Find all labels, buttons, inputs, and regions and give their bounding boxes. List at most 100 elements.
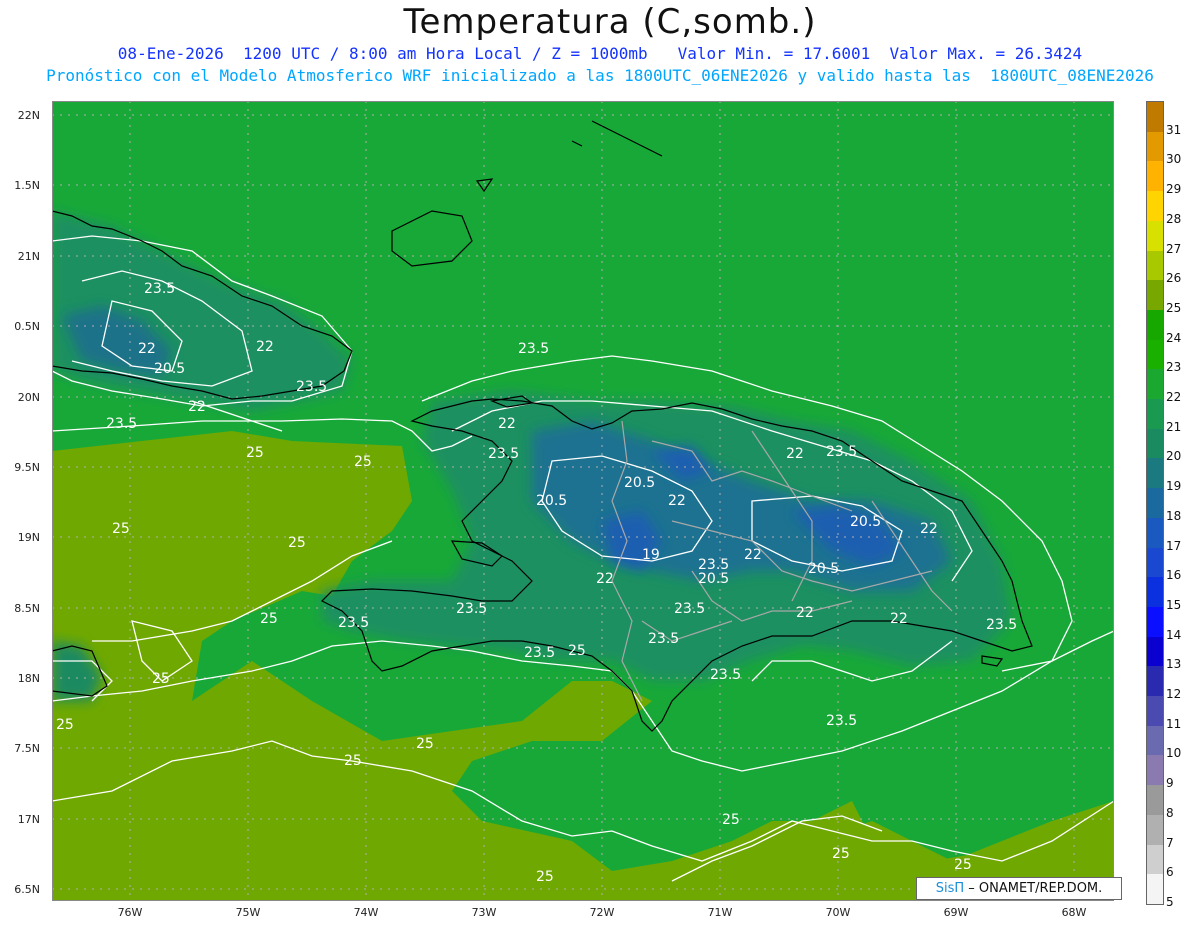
contour-label: 25 bbox=[722, 812, 740, 828]
contour-label: 25 bbox=[56, 717, 74, 733]
contour-label: 22 bbox=[596, 571, 614, 587]
colorbar-label: 17 bbox=[1166, 538, 1182, 553]
contour-label: 20.5 bbox=[808, 561, 839, 577]
contour-label: 23.5 bbox=[296, 379, 327, 395]
colorbar-label: 8 bbox=[1166, 805, 1174, 820]
contour-label: 23.5 bbox=[456, 601, 487, 617]
colorbar-label: 18 bbox=[1166, 508, 1182, 523]
lat-label: 6.5N bbox=[14, 883, 40, 896]
contour-label: 25 bbox=[416, 736, 434, 752]
colorbar-label: 5 bbox=[1166, 895, 1174, 909]
colorbar-label: 15 bbox=[1166, 597, 1182, 612]
contour-label: 23.5 bbox=[826, 444, 857, 460]
lon-label: 70W bbox=[825, 906, 851, 919]
contour-label: 25 bbox=[260, 611, 278, 627]
colorbar-label: 20 bbox=[1166, 449, 1182, 464]
lat-label: 22N bbox=[17, 109, 40, 122]
contour-label: 20.5 bbox=[698, 571, 729, 587]
contour-label: 22 bbox=[796, 605, 814, 621]
colorbar-segment bbox=[1147, 250, 1163, 281]
lat-label: 18N bbox=[17, 672, 40, 685]
lat-label: 9.5N bbox=[14, 461, 40, 474]
chart-title: Temperatura (C,somb.) bbox=[403, 2, 817, 42]
colorbar-segment bbox=[1147, 666, 1163, 697]
contour-label: 25 bbox=[568, 643, 586, 659]
contour-label: 25 bbox=[152, 671, 170, 687]
contour-label: 23.5 bbox=[648, 631, 679, 647]
colorbar-segment bbox=[1147, 102, 1163, 133]
contour-label: 23.5 bbox=[338, 615, 369, 631]
lon-label: 74W bbox=[353, 906, 379, 919]
colorbar-segment bbox=[1147, 636, 1163, 667]
colorbar-segment bbox=[1147, 785, 1163, 816]
contour-label: 23.5 bbox=[826, 713, 857, 729]
lon-label: 71W bbox=[707, 906, 733, 919]
contour-label: 23.5 bbox=[524, 645, 555, 661]
colorbar-label: 30 bbox=[1166, 152, 1182, 167]
colorbar-segment bbox=[1147, 814, 1163, 846]
colorbar-label: 19 bbox=[1166, 479, 1182, 494]
credit-box: SisΠ – ONAMET/REP.DOM. bbox=[916, 877, 1122, 900]
colorbar-segment bbox=[1147, 874, 1163, 905]
lon-label: 73W bbox=[471, 906, 497, 919]
lat-label: 19N bbox=[17, 531, 40, 544]
contour-label: 25 bbox=[344, 753, 362, 769]
colorbar-segment bbox=[1147, 577, 1163, 608]
contour-label: 20.5 bbox=[154, 361, 185, 377]
lon-label: 76W bbox=[117, 906, 143, 919]
colorbar-label: 7 bbox=[1166, 835, 1174, 850]
contour-label: 25 bbox=[288, 535, 306, 551]
lon-label: 69W bbox=[943, 906, 969, 919]
colorbar-segment bbox=[1147, 309, 1163, 341]
lon-label: 72W bbox=[589, 906, 615, 919]
contour-label: 25 bbox=[832, 846, 850, 862]
colorbar-segment bbox=[1147, 755, 1163, 786]
contour-label: 25 bbox=[112, 521, 130, 537]
lat-label: 1.5N bbox=[14, 179, 40, 192]
colorbar-segment bbox=[1147, 428, 1163, 459]
colorbar-segment bbox=[1147, 131, 1163, 162]
contour-label: 22 bbox=[138, 341, 156, 357]
colorbar-segment bbox=[1147, 606, 1163, 638]
colorbar-label: 25 bbox=[1166, 300, 1182, 315]
contour-label: 22 bbox=[668, 493, 686, 509]
colorbar-label: 10 bbox=[1166, 746, 1182, 761]
lat-label: 17N bbox=[17, 813, 40, 826]
contour-label: 22 bbox=[188, 399, 206, 415]
lat-label: 20N bbox=[17, 391, 40, 404]
colorbar-segment bbox=[1147, 161, 1163, 192]
forecast-time-line: 08-Ene-2026 1200 UTC / 8:00 am Hora Loca… bbox=[0, 44, 1200, 63]
colorbar-label: 13 bbox=[1166, 657, 1182, 672]
contour-label: 23.5 bbox=[106, 416, 137, 432]
colorbar-segment bbox=[1147, 339, 1163, 370]
colorbar-segment bbox=[1147, 369, 1163, 400]
contour-label: 23.5 bbox=[986, 617, 1017, 633]
colorbar-segment bbox=[1147, 220, 1163, 252]
contour-label: 22 bbox=[498, 416, 516, 432]
contour-label: 22 bbox=[786, 446, 804, 462]
credit-text: – ONAMET/REP.DOM. bbox=[964, 881, 1103, 896]
colorbar-label: 22 bbox=[1166, 390, 1182, 405]
min-max-values: Valor Min. = 17.6001 Valor Max. = 26.342… bbox=[677, 44, 1083, 63]
colorbar-segment bbox=[1147, 280, 1163, 311]
colorbar-label: 6 bbox=[1166, 865, 1174, 880]
colorbar-label: 26 bbox=[1166, 271, 1182, 286]
lon-label: 75W bbox=[235, 906, 261, 919]
forecast-time: 08-Ene-2026 1200 UTC / 8:00 am Hora Loca… bbox=[117, 44, 648, 63]
contour-label: 25 bbox=[536, 869, 554, 885]
contour-label: 20.5 bbox=[850, 514, 881, 530]
lat-label: 21N bbox=[17, 250, 40, 263]
lat-label: 0.5N bbox=[14, 320, 40, 333]
contour-label: 25 bbox=[354, 454, 372, 470]
contour-label: 25 bbox=[954, 857, 972, 873]
colorbar-segment bbox=[1147, 547, 1163, 578]
temperature-map: 23.5 22 22 20.5 23.5 22 23.5 23.5 25 25 … bbox=[52, 101, 1114, 901]
colorbar-label: 11 bbox=[1166, 716, 1182, 731]
colorbar-segment bbox=[1147, 399, 1163, 430]
contour-label: 23.5 bbox=[144, 281, 175, 297]
colorbar-label: 28 bbox=[1166, 211, 1182, 226]
colorbar-segment bbox=[1147, 696, 1163, 727]
colorbar-label: 14 bbox=[1166, 627, 1182, 642]
sispi-logo: SisΠ bbox=[935, 881, 965, 896]
contour-label: 22 bbox=[920, 521, 938, 537]
